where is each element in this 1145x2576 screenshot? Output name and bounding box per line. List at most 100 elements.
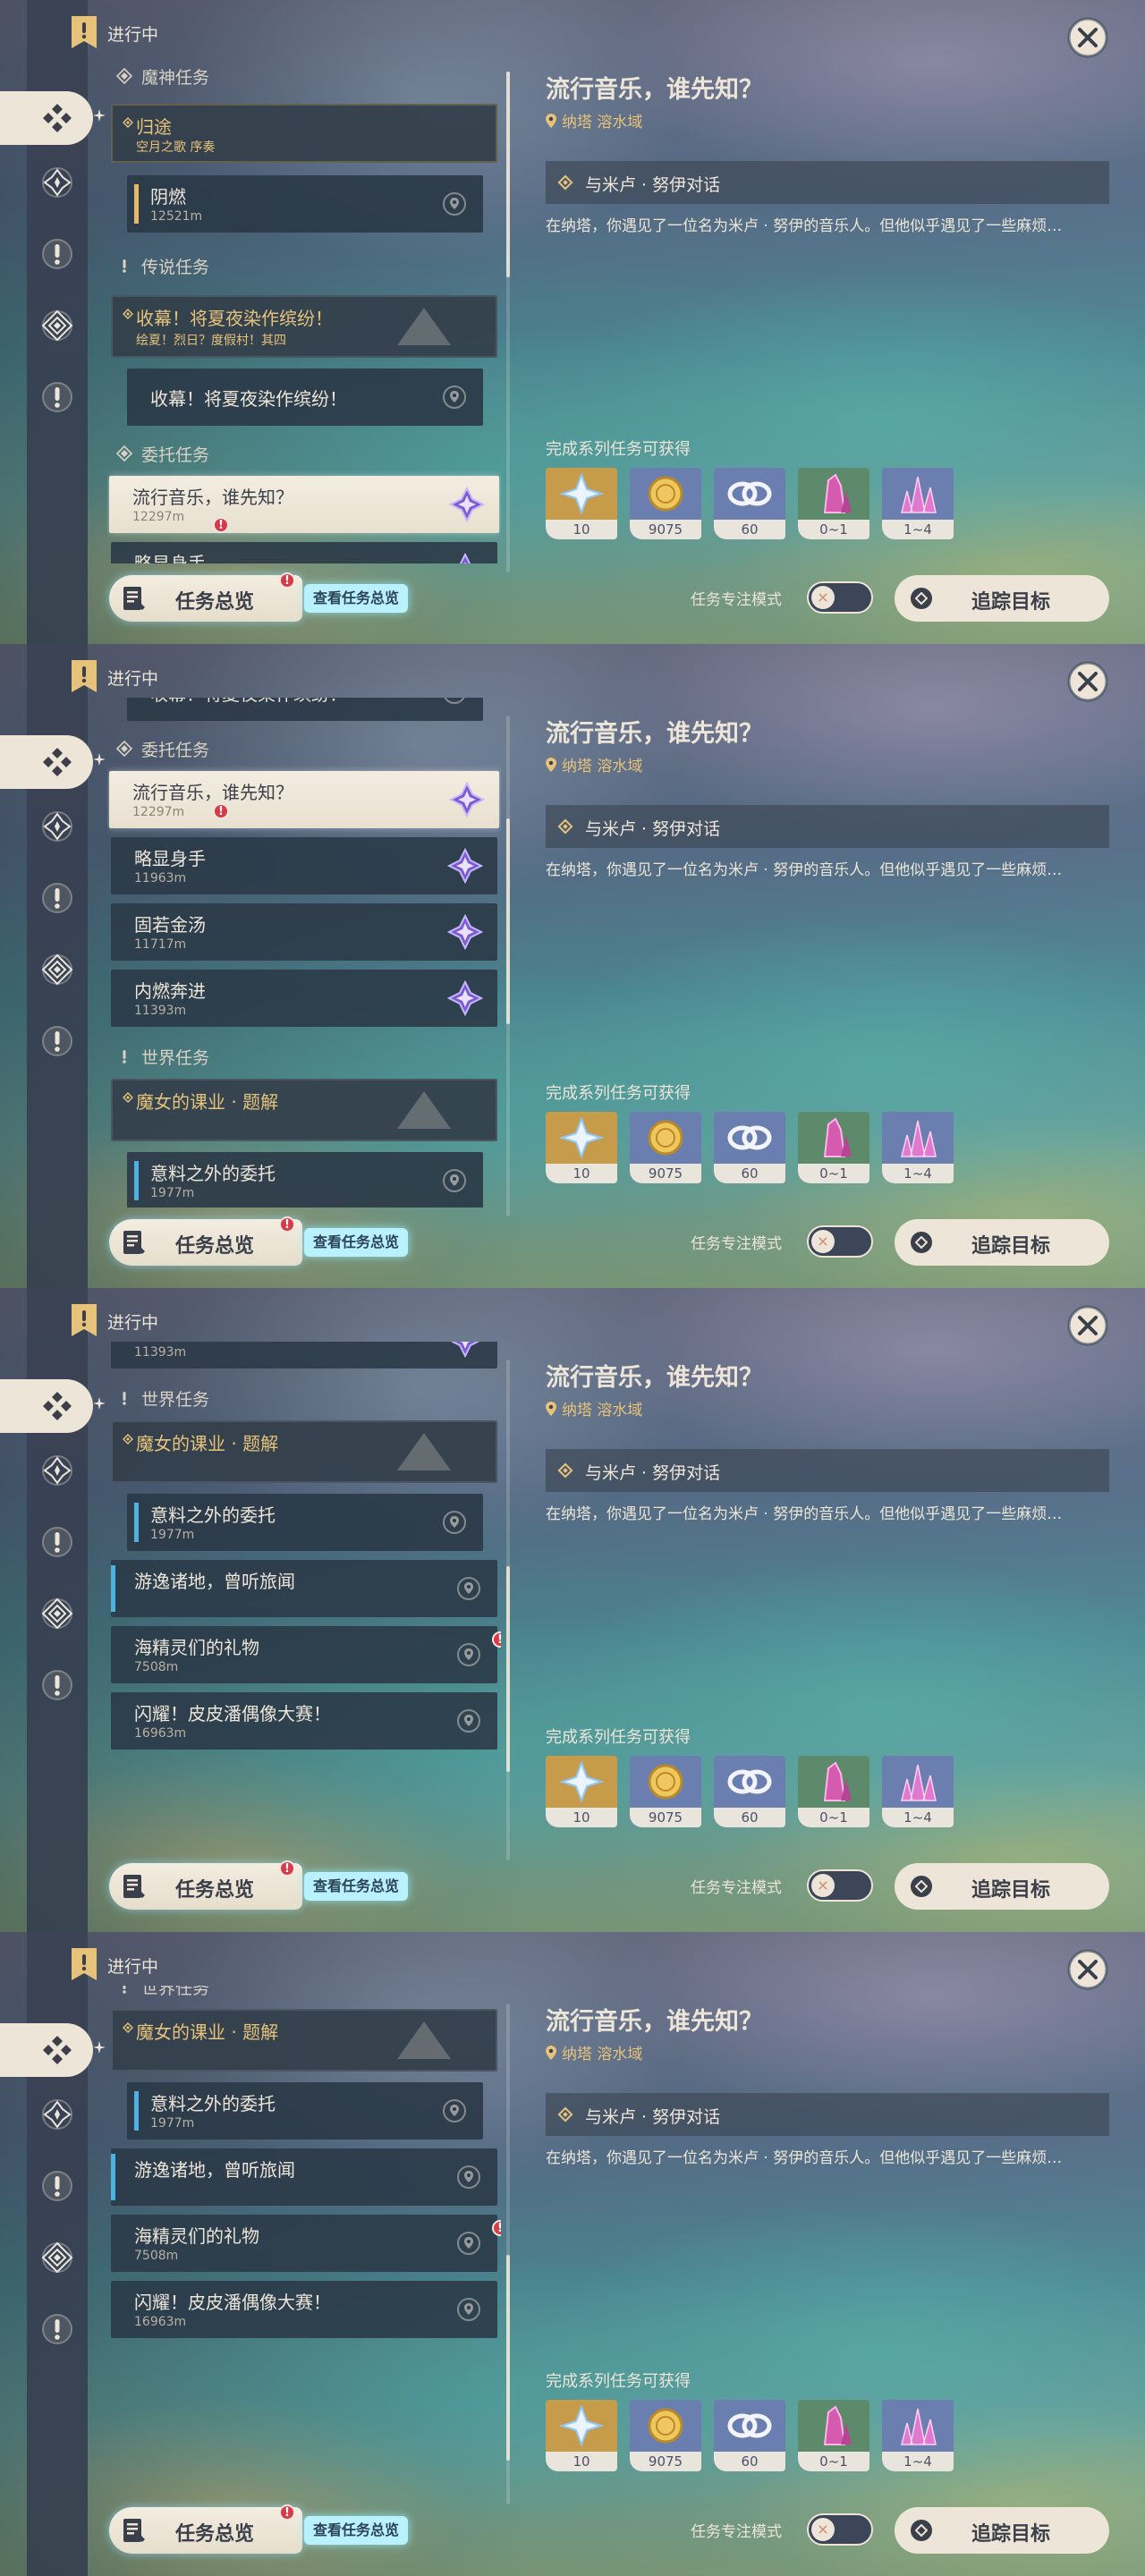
quest-card-neiran[interactable]: 内燃奔进 11393m <box>111 1342 497 1368</box>
quest-card-youyi[interactable]: 游逸诸地，曾听旅闻 <box>111 1560 497 1617</box>
quest-card-yiliao[interactable]: 意料之外的委托 1977m <box>127 1494 483 1551</box>
reward-item[interactable]: 1~4 <box>882 468 954 539</box>
track-objective-button[interactable]: 追踪目标 <box>895 2507 1109 2554</box>
reward-item[interactable]: 9075 <box>630 1112 701 1183</box>
quest-card-lue[interactable]: 略显身手 11963m <box>111 837 497 894</box>
focus-mode-toggle[interactable]: × <box>807 1225 873 1258</box>
quest-card-yiliao[interactable]: 意料之外的委托 1977m <box>127 2082 483 2140</box>
filter-commission-quests-button[interactable] <box>34 1590 81 1637</box>
quest-card-liuxing-selected[interactable]: 流行音乐，谁先知？ 12297m <box>109 771 499 828</box>
filter-world-quests-button[interactable] <box>34 1018 81 1064</box>
location-pin-icon[interactable] <box>456 2297 481 2322</box>
quest-overview-button[interactable]: 任务总览 <box>109 575 302 622</box>
reward-item[interactable]: 0~1 <box>798 1756 869 1827</box>
filter-world-quests-button[interactable] <box>34 2306 81 2352</box>
reward-item[interactable]: 60 <box>714 468 785 539</box>
reward-item[interactable]: 10 <box>546 468 617 539</box>
filter-all-quests-button[interactable] <box>0 735 93 789</box>
quest-card-shoumu-sub[interactable]: 收幕！将夏夜染作缤纷！ <box>127 369 483 426</box>
quest-card-yinran[interactable]: 阴燃 12521m <box>127 175 483 233</box>
reward-item[interactable]: 9075 <box>630 2400 701 2471</box>
close-button[interactable] <box>1066 1304 1109 1347</box>
reward-item[interactable]: 10 <box>546 1756 617 1827</box>
reward-item[interactable]: 1~4 <box>882 2400 954 2471</box>
filter-all-quests-button[interactable] <box>0 2023 93 2077</box>
filter-archon-quests-button[interactable] <box>34 1447 81 1494</box>
reward-item[interactable]: 1~4 <box>882 1112 954 1183</box>
scrollbar-thumb[interactable] <box>506 818 510 1024</box>
location-pin-icon[interactable] <box>456 1642 481 1667</box>
overview-tooltip[interactable]: 查看任务总览 <box>304 1228 409 1257</box>
quest-overview-button[interactable]: 任务总览 <box>109 1863 302 1910</box>
quest-card-lue[interactable]: 略显身手 11963m <box>111 542 497 564</box>
overview-tooltip[interactable]: 查看任务总览 <box>304 584 409 613</box>
reward-item[interactable]: 9075 <box>630 1756 701 1827</box>
quest-card-shoumu[interactable]: 收幕！将夏夜染作缤纷！ 绘夏！烈日？度假村！其四 <box>111 295 497 358</box>
location-pin-icon[interactable] <box>442 385 467 410</box>
location-pin-icon[interactable] <box>442 1510 467 1535</box>
scrollbar-thumb[interactable] <box>506 2255 510 2461</box>
reward-item[interactable]: 1~4 <box>882 1756 954 1827</box>
quest-card-shoumu-sub[interactable]: 收幕！将夏夜染作缤纷！ <box>127 698 483 721</box>
track-objective-button[interactable]: 追踪目标 <box>895 1863 1109 1910</box>
filter-archon-quests-button[interactable] <box>34 803 81 850</box>
filter-world-quests-button[interactable] <box>34 374 81 420</box>
reward-item[interactable]: 60 <box>714 1112 785 1183</box>
filter-archon-quests-button[interactable] <box>34 159 81 206</box>
reward-item[interactable]: 10 <box>546 1112 617 1183</box>
quest-list-scrollbar[interactable] <box>506 2004 510 2504</box>
quest-card-guitu[interactable]: 归途 空月之歌 序奏 <box>111 104 497 163</box>
quest-overview-button[interactable]: 任务总览 <box>109 1219 302 1266</box>
reward-item[interactable]: 0~1 <box>798 468 869 539</box>
filter-commission-quests-button[interactable] <box>34 946 81 993</box>
filter-all-quests-button[interactable] <box>0 91 93 145</box>
reward-item[interactable]: 60 <box>714 2400 785 2471</box>
location-pin-icon[interactable] <box>456 2165 481 2190</box>
quest-list-scrollbar[interactable] <box>506 1360 510 1860</box>
filter-legend-quests-button[interactable] <box>34 2163 81 2209</box>
location-pin-icon[interactable] <box>456 1708 481 1733</box>
location-pin-icon[interactable] <box>442 698 467 705</box>
quest-list[interactable]: 魔神任务 归途 空月之歌 序奏 阴燃 12521m <box>107 698 501 1208</box>
overview-tooltip[interactable]: 查看任务总览 <box>304 1872 409 1901</box>
quest-card-neiran[interactable]: 内燃奔进 11393m <box>111 970 497 1027</box>
quest-card-haijing[interactable]: 海精灵们的礼物 7508m <box>111 1626 497 1683</box>
filter-commission-quests-button[interactable] <box>34 2234 81 2281</box>
focus-mode-toggle[interactable]: × <box>807 2513 873 2546</box>
reward-item[interactable]: 0~1 <box>798 2400 869 2471</box>
location-pin-icon[interactable] <box>442 191 467 216</box>
quest-list-scrollbar[interactable] <box>506 716 510 1216</box>
filter-world-quests-button[interactable] <box>34 1662 81 1708</box>
close-button[interactable] <box>1066 16 1109 59</box>
location-pin-icon[interactable] <box>442 2098 467 2123</box>
quest-card-monv[interactable]: 魔女的课业 · 题解 <box>111 1079 497 1141</box>
filter-archon-quests-button[interactable] <box>34 2091 81 2138</box>
overview-tooltip[interactable]: 查看任务总览 <box>304 2516 409 2545</box>
track-objective-button[interactable]: 追踪目标 <box>895 575 1109 622</box>
quest-list[interactable]: 魔神任务 归途 空月之歌 序奏 阴燃 12521m <box>107 1342 501 1852</box>
filter-legend-quests-button[interactable] <box>34 1519 81 1565</box>
quest-overview-button[interactable]: 任务总览 <box>109 2507 302 2554</box>
reward-item[interactable]: 0~1 <box>798 1112 869 1183</box>
track-objective-button[interactable]: 追踪目标 <box>895 1219 1109 1266</box>
filter-legend-quests-button[interactable] <box>34 231 81 277</box>
quest-list[interactable]: 魔神任务 归途 空月之歌 序奏 阴燃 12521m <box>107 54 501 564</box>
focus-mode-toggle[interactable]: × <box>807 1869 873 1902</box>
quest-list-scrollbar[interactable] <box>506 72 510 572</box>
quest-card-haijing[interactable]: 海精灵们的礼物 7508m <box>111 2215 497 2272</box>
location-pin-icon[interactable] <box>456 2231 481 2256</box>
quest-card-monv[interactable]: 魔女的课业 · 题解 <box>111 1420 497 1483</box>
location-pin-icon[interactable] <box>456 1576 481 1601</box>
reward-item[interactable]: 10 <box>546 2400 617 2471</box>
quest-card-shanyao[interactable]: 闪耀！皮皮潘偶像大赛！ 16963m <box>111 1692 497 1750</box>
focus-mode-toggle[interactable]: × <box>807 581 873 614</box>
close-button[interactable] <box>1066 660 1109 703</box>
quest-card-youyi[interactable]: 游逸诸地，曾听旅闻 <box>111 2148 497 2206</box>
quest-card-shanyao[interactable]: 闪耀！皮皮潘偶像大赛！ 16963m <box>111 2281 497 2338</box>
filter-legend-quests-button[interactable] <box>34 875 81 921</box>
scrollbar-thumb[interactable] <box>506 1566 510 1772</box>
location-pin-icon[interactable] <box>442 1168 467 1193</box>
quest-card-liuxing-selected[interactable]: 流行音乐，谁先知？ 12297m <box>109 476 499 533</box>
quest-card-monv[interactable]: 魔女的课业 · 题解 <box>111 2009 497 2072</box>
close-button[interactable] <box>1066 1948 1109 1991</box>
